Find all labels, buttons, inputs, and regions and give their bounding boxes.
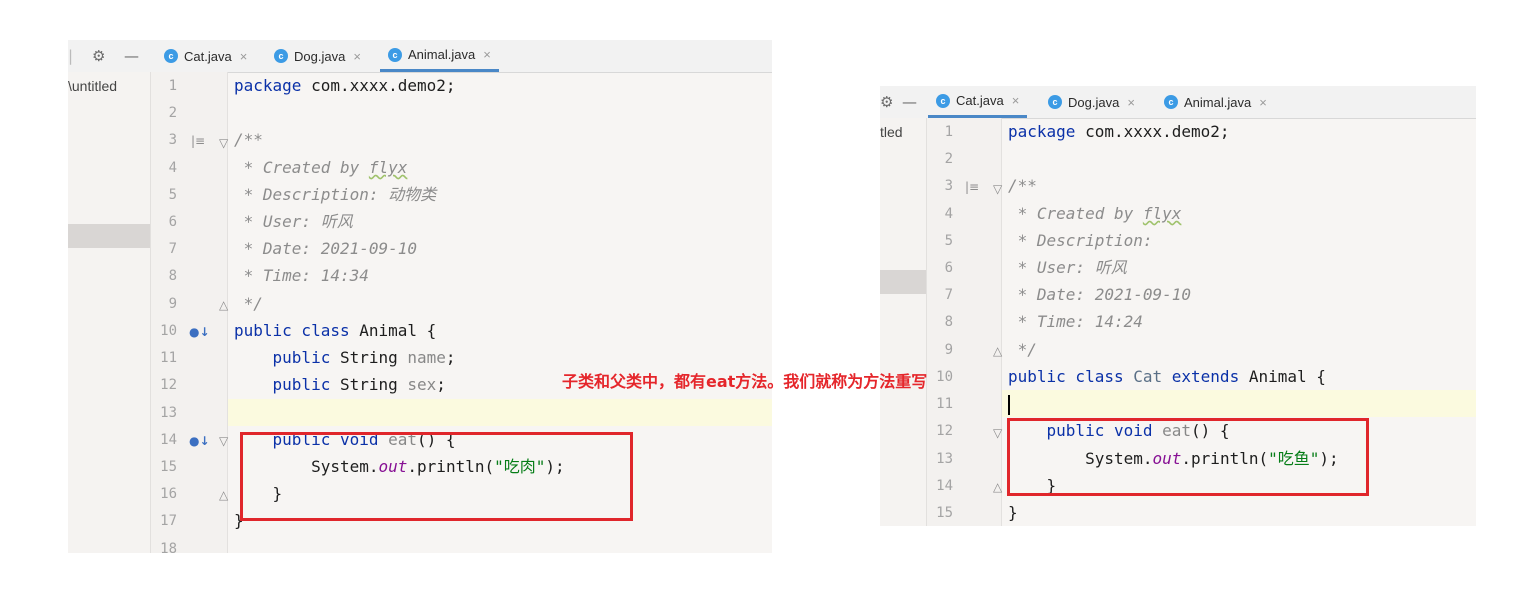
- fold-icon[interactable]: ▽: [219, 434, 228, 448]
- fold-icon[interactable]: ▽: [993, 426, 1002, 440]
- line-number-gutter: 1 2 3 4 5 6 7 8 9 10 11 12 13 14 15 16 1…: [151, 72, 228, 553]
- code-line: public class Animal {: [234, 321, 437, 340]
- project-path[interactable]: \untitled: [68, 78, 117, 94]
- code-line: * Created by flyx: [1008, 204, 1182, 223]
- java-class-icon: c: [388, 47, 402, 62]
- current-line: [228, 399, 772, 426]
- close-icon[interactable]: ×: [1259, 95, 1267, 110]
- editor-tab-bar: ⚙ — c Cat.java × c Dog.java × c Animal.j…: [880, 86, 1476, 119]
- fold-icon[interactable]: ▽: [219, 136, 228, 150]
- code-line: package com.xxxx.demo2;: [1008, 122, 1230, 141]
- code-line: }: [1008, 503, 1018, 522]
- close-icon[interactable]: ×: [353, 49, 361, 64]
- code-line: * Time: 14:24: [1008, 312, 1143, 331]
- code-line: /**: [234, 130, 263, 149]
- annotation-text: 子类和父类中，都有eat方法。我们就称为方法重写: [562, 372, 928, 391]
- text-caret: [1008, 394, 1010, 415]
- fold-icon[interactable]: △: [993, 344, 1002, 358]
- project-panel: \untitled: [68, 72, 151, 553]
- close-icon[interactable]: ×: [240, 49, 248, 64]
- code-line: * Date: 2021-09-10: [1008, 285, 1192, 304]
- minus-icon[interactable]: —: [902, 86, 917, 118]
- tab-cat-java[interactable]: c Cat.java ×: [928, 86, 1028, 118]
- current-line: [1002, 390, 1476, 417]
- code-line: public class Cat extends Animal {: [1008, 367, 1326, 386]
- close-icon[interactable]: ×: [1127, 95, 1135, 110]
- java-class-icon: c: [936, 93, 950, 108]
- fold-icon[interactable]: △: [219, 488, 228, 502]
- project-panel: tled: [880, 118, 927, 526]
- project-path[interactable]: tled: [880, 124, 903, 140]
- highlight-box-animal-eat: [240, 432, 633, 521]
- code-line: * User: 听风: [1008, 258, 1127, 277]
- code-line: /**: [1008, 176, 1037, 195]
- tab-cat-java[interactable]: c Cat.java ×: [164, 40, 247, 72]
- fold-icon[interactable]: △: [219, 298, 228, 312]
- close-icon[interactable]: ×: [483, 47, 491, 62]
- java-class-icon: c: [1048, 95, 1062, 109]
- java-class-icon: c: [1164, 95, 1178, 109]
- java-class-icon: c: [164, 49, 178, 63]
- code-line: * Created by flyx: [234, 158, 408, 177]
- fold-icon[interactable]: ▽: [993, 182, 1002, 196]
- editor-tab-bar: | ⚙ — c Cat.java × c Dog.java × c Animal…: [68, 40, 772, 73]
- doc-comment-icon: |≡: [191, 134, 206, 148]
- tool-divider: |: [68, 47, 74, 65]
- doc-comment-icon: |≡: [965, 180, 980, 194]
- code-line: */: [234, 294, 263, 313]
- code-line: * User: 听风: [234, 212, 353, 231]
- highlight-box-cat-eat: [1007, 418, 1369, 496]
- code-line: * Description: 动物类: [234, 185, 437, 204]
- line-number-gutter: 1 2 3 4 5 6 7 8 9 10 11 12 13 14 15 |≡ ▽…: [927, 118, 1002, 526]
- code-line: package com.xxxx.demo2;: [234, 76, 456, 95]
- tab-animal-java[interactable]: c Animal.java ×: [1164, 86, 1267, 118]
- java-class-icon: c: [274, 49, 288, 63]
- code-line: * Description:: [1008, 231, 1153, 250]
- project-selected-row[interactable]: [880, 270, 926, 294]
- minus-icon[interactable]: —: [124, 40, 139, 72]
- gear-icon[interactable]: ⚙: [92, 40, 105, 72]
- project-selected-row[interactable]: [68, 224, 150, 248]
- code-line: */: [1008, 340, 1037, 359]
- gear-icon[interactable]: ⚙: [880, 86, 893, 118]
- tab-dog-java[interactable]: c Dog.java ×: [274, 40, 361, 72]
- code-line: * Time: 14:34: [234, 266, 369, 285]
- override-gutter-icon[interactable]: ●↓: [189, 325, 210, 339]
- tab-animal-java[interactable]: c Animal.java ×: [380, 40, 499, 72]
- code-line: public String name;: [234, 348, 456, 367]
- tab-dog-java[interactable]: c Dog.java ×: [1048, 86, 1135, 118]
- fold-icon[interactable]: △: [993, 480, 1002, 494]
- override-gutter-icon[interactable]: ●↓: [189, 434, 210, 448]
- close-icon[interactable]: ×: [1012, 93, 1020, 108]
- code-line: * Date: 2021-09-10: [234, 239, 418, 258]
